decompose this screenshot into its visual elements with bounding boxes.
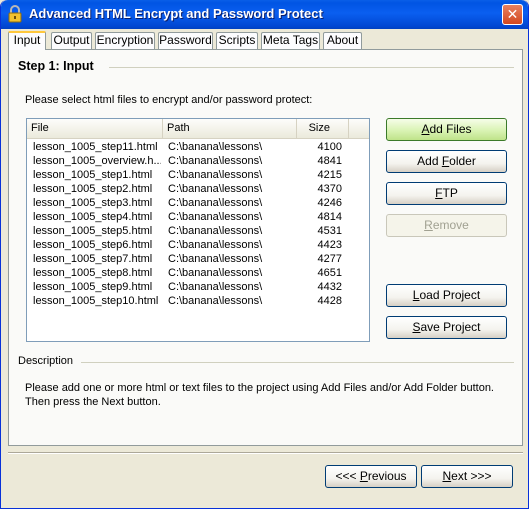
instruction-text: Please select html files to encrypt and/… — [25, 94, 313, 106]
previous-label-pre: <<< — [335, 469, 360, 483]
tab-password[interactable]: Password — [158, 32, 213, 49]
file-row[interactable]: lesson_1005_overview.h... C:\banana\lesso… — [27, 154, 369, 168]
file-row[interactable]: lesson_1005_step3.html C:\banana\lessons\… — [27, 196, 369, 210]
file-row-file: lesson_1005_step1.html — [33, 169, 153, 181]
lock-icon — [8, 5, 22, 23]
file-row-path: C:\banana\lessons\ — [168, 295, 263, 307]
file-row[interactable]: lesson_1005_step2.html C:\banana\lessons\… — [27, 182, 369, 196]
tab-scripts[interactable]: Scripts — [216, 32, 258, 49]
file-row-size: 4428 — [317, 295, 342, 307]
column-size[interactable]: Size — [297, 119, 349, 138]
file-row-size: 4100 — [317, 141, 342, 153]
remove-label-key: R — [424, 218, 433, 232]
previous-button[interactable]: <<< Previous — [325, 465, 417, 488]
next-label-post: ext >>> — [451, 469, 492, 483]
app-window: Advanced HTML Encrypt and Password Prote… — [0, 0, 529, 509]
file-row-file: lesson_1005_step9.html — [33, 281, 153, 293]
file-row[interactable]: lesson_1005_step7.html C:\banana\lessons\… — [27, 252, 369, 266]
save-project-button[interactable]: Save Project — [386, 316, 507, 339]
next-label-key: N — [442, 469, 452, 483]
file-list[interactable]: File Path Size lesson_1005_step11.html C:… — [26, 118, 370, 342]
window-title: Advanced HTML Encrypt and Password Prote… — [29, 6, 323, 21]
file-row-file: lesson_1005_overview.h... — [33, 155, 161, 167]
file-row-size: 4531 — [317, 225, 342, 237]
file-row-file: lesson_1005_step5.html — [33, 225, 153, 237]
tab-encryption[interactable]: Encryption — [95, 32, 155, 49]
file-row-path: C:\banana\lessons\ — [168, 169, 263, 181]
file-row[interactable]: lesson_1005_step6.html C:\banana\lessons\… — [27, 238, 369, 252]
file-row-size: 4814 — [317, 211, 342, 223]
remove-label-post: emove — [432, 218, 469, 232]
file-row[interactable]: lesson_1005_step5.html C:\banana\lessons\… — [27, 224, 369, 238]
remove-button[interactable]: Remove — [386, 214, 507, 237]
file-row-path: C:\banana\lessons\ — [168, 211, 263, 223]
file-row-path: C:\banana\lessons\ — [168, 267, 263, 279]
file-row-file: lesson_1005_step8.html — [33, 267, 153, 279]
tab-input[interactable]: Input — [8, 31, 46, 50]
file-row[interactable]: lesson_1005_step1.html C:\banana\lessons\… — [27, 168, 369, 182]
file-row-size: 4432 — [317, 281, 342, 293]
file-row-file: lesson_1005_step4.html — [33, 211, 153, 223]
file-row[interactable]: lesson_1005_step9.html C:\banana\lessons\… — [27, 280, 369, 294]
tab-about[interactable]: About — [323, 32, 362, 49]
add-folder-label-post: older — [449, 154, 476, 168]
file-row-path: C:\banana\lessons\ — [168, 141, 263, 153]
file-row[interactable]: lesson_1005_step4.html C:\banana\lessons\… — [27, 210, 369, 224]
file-row-size: 4423 — [317, 239, 342, 251]
file-row-size: 4246 — [317, 197, 342, 209]
file-row[interactable]: lesson_1005_step11.html C:\banana\lessons… — [27, 140, 369, 154]
file-row-size: 4651 — [317, 267, 342, 279]
tab-meta-tags[interactable]: Meta Tags — [261, 32, 320, 49]
description-divider — [81, 362, 514, 363]
load-project-label-post: oad Project — [419, 288, 481, 302]
close-button[interactable]: ✕ — [502, 4, 523, 25]
ftp-label-post: TP — [442, 186, 458, 200]
ftp-button[interactable]: FTP — [386, 182, 507, 205]
previous-label-key: P — [359, 469, 368, 483]
add-folder-label-pre: Add — [417, 154, 442, 168]
step-divider — [109, 67, 514, 68]
description-text: Please add one or more html or text file… — [25, 382, 494, 408]
file-row-path: C:\banana\lessons\ — [168, 197, 263, 209]
file-row-file: lesson_1005_step10.html — [33, 295, 159, 307]
save-project-label-post: ave Project — [420, 320, 481, 334]
step-title: Step 1: Input — [18, 59, 100, 73]
file-row-file: lesson_1005_step3.html — [33, 197, 153, 209]
add-files-button[interactable]: Add Files — [386, 118, 507, 141]
file-row-path: C:\banana\lessons\ — [168, 155, 263, 167]
add-files-label-post: dd Files — [429, 122, 472, 136]
file-row-path: C:\banana\lessons\ — [168, 281, 263, 293]
tab-output[interactable]: Output — [51, 32, 92, 49]
file-list-header: File Path Size — [27, 119, 369, 139]
file-row-file: lesson_1005_step11.html — [33, 141, 158, 153]
load-project-button[interactable]: Load Project — [386, 284, 507, 307]
file-row-path: C:\banana\lessons\ — [168, 183, 263, 195]
column-file[interactable]: File — [27, 119, 163, 138]
add-folder-button[interactable]: Add Folder — [386, 150, 507, 173]
next-button[interactable]: Next >>> — [421, 465, 513, 488]
file-row-path: C:\banana\lessons\ — [168, 239, 263, 251]
file-row[interactable]: lesson_1005_step8.html C:\banana\lessons\… — [27, 266, 369, 280]
file-row-size: 4215 — [317, 169, 342, 181]
previous-label-post: revious — [367, 469, 407, 483]
file-row-path: C:\banana\lessons\ — [168, 225, 263, 237]
title-bar[interactable]: Advanced HTML Encrypt and Password Prote… — [1, 0, 528, 29]
ftp-label-key: F — [435, 186, 443, 200]
close-icon: ✕ — [506, 6, 519, 22]
file-row[interactable]: lesson_1005_step10.html C:\banana\lessons… — [27, 294, 369, 308]
file-row-file: lesson_1005_step2.html — [33, 183, 153, 195]
input-panel: Step 1: Input Please select html files t… — [8, 49, 523, 446]
file-row-size: 4841 — [317, 155, 342, 167]
file-row-file: lesson_1005_step7.html — [33, 253, 153, 265]
file-row-size: 4370 — [317, 183, 342, 195]
file-row-size: 4277 — [317, 253, 342, 265]
column-path[interactable]: Path — [163, 119, 297, 138]
file-row-path: C:\banana\lessons\ — [168, 253, 263, 265]
file-row-file: lesson_1005_step6.html — [33, 239, 153, 251]
description-label: Description — [18, 355, 80, 367]
bottom-separator — [8, 452, 523, 454]
